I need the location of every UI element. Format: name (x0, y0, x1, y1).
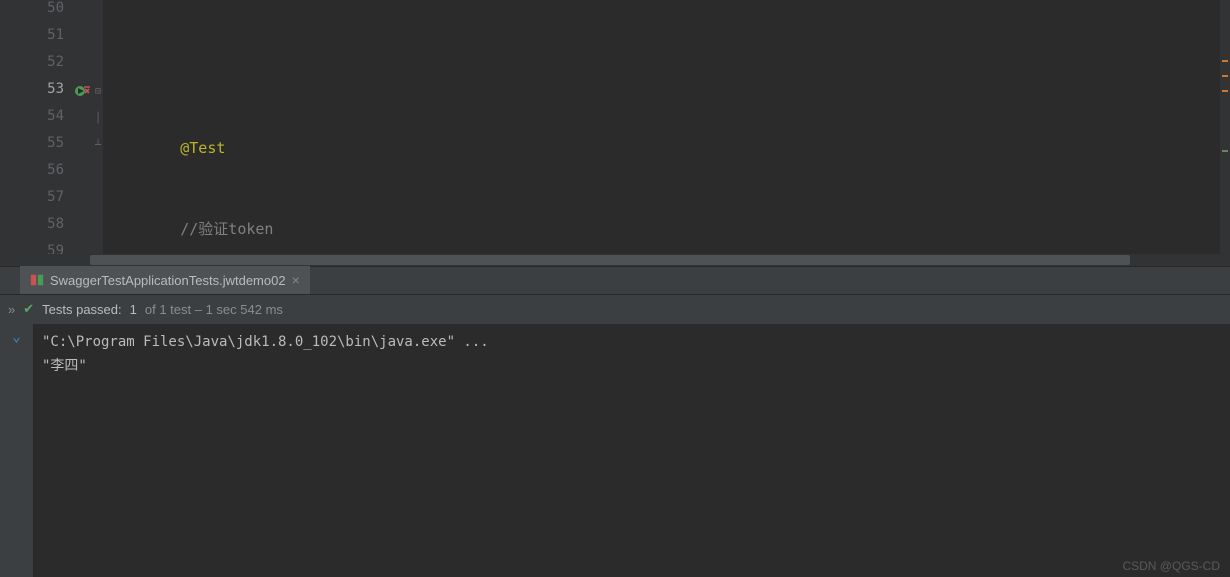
tests-status-suffix: of 1 test – 1 sec 542 ms (145, 302, 283, 317)
left-marker-strip (0, 0, 12, 254)
run-config-tabs: SwaggerTestApplicationTests.jwtdemo02 × (0, 266, 1230, 294)
code-editor[interactable]: 505152 53 545556 575859 606162 6364 ⊟ │ … (0, 0, 1230, 254)
horizontal-scrollbar[interactable] (0, 254, 1230, 266)
run-gutter (74, 0, 94, 254)
collapse-icon[interactable]: ⌄ (8, 328, 26, 346)
info-tick[interactable] (1222, 150, 1228, 152)
comment: //验证token (180, 220, 273, 238)
run-config-tab-label: SwaggerTestApplicationTests.jwtdemo02 (50, 273, 286, 288)
tests-passed-count: 1 (130, 302, 137, 317)
fold-mark-icon[interactable]: ┴ (95, 140, 101, 151)
console-toolbar: ⌄ (0, 324, 34, 577)
warning-tick[interactable] (1222, 90, 1228, 92)
run-config-tab[interactable]: SwaggerTestApplicationTests.jwtdemo02 × (20, 266, 310, 294)
console-line: "李四" (42, 358, 87, 374)
watermark-text: CSDN @QGS-CD (1122, 559, 1220, 573)
close-icon[interactable]: × (292, 272, 300, 288)
console-output[interactable]: "C:\Program Files\Java\jdk1.8.0_102\bin\… (34, 324, 1230, 577)
tests-passed-label: Tests passed: (42, 302, 122, 317)
run-test-icon[interactable] (75, 83, 91, 99)
code-content[interactable]: @Test //验证token void jwtdemo02(){ //创建验证… (104, 0, 1220, 254)
warning-tick[interactable] (1222, 60, 1228, 62)
annotation: @Test (180, 139, 225, 157)
line-number-gutter: 505152 53 545556 575859 606162 6364 (12, 0, 74, 254)
test-status-bar: » ✔ Tests passed: 1 of 1 test – 1 sec 54… (0, 294, 1230, 324)
error-stripe[interactable] (1220, 0, 1230, 254)
fold-start-icon[interactable]: ⊟ (95, 86, 101, 97)
console-panel: ⌄ "C:\Program Files\Java\jdk1.8.0_102\bi… (0, 324, 1230, 577)
console-line: "C:\Program Files\Java\jdk1.8.0_102\bin\… (42, 334, 489, 350)
warning-tick[interactable] (1222, 75, 1228, 77)
expand-icon[interactable]: » (8, 302, 15, 317)
run-tab-icon (30, 273, 44, 287)
check-icon: ✔ (23, 301, 34, 317)
fold-gutter: ⊟ │ ┴ ┴ (94, 0, 104, 254)
scroll-thumb[interactable] (90, 255, 1130, 265)
fold-mark-icon[interactable]: │ (95, 113, 101, 124)
